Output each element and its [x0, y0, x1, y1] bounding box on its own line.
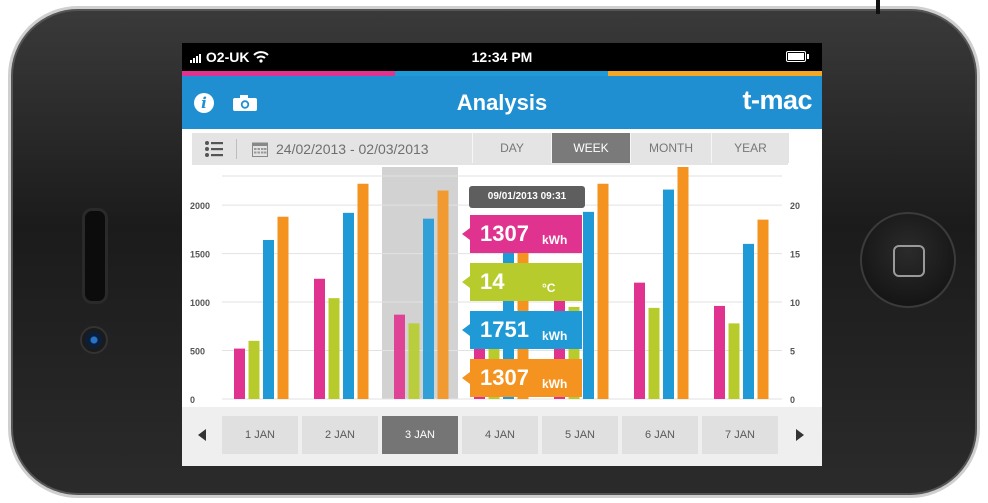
bar-3-jan — [423, 218, 434, 399]
status-bar: O2-UK 12:34 PM — [182, 43, 822, 71]
bar-6-jan — [677, 167, 689, 399]
bar-1-jan — [263, 239, 274, 399]
day-tab-1[interactable]: 1 JAN — [222, 416, 298, 454]
tab-month[interactable]: MONTH — [630, 133, 711, 163]
y-left-tick-label: 500 — [190, 347, 205, 357]
phone-speaker — [82, 208, 108, 304]
tooltip-value: 1751 — [480, 317, 529, 342]
bar-2-jan — [328, 298, 340, 399]
bar-6-jan — [663, 189, 674, 399]
bar-2-jan — [314, 278, 325, 399]
bar-6-jan — [648, 307, 660, 399]
bar-5-jan — [597, 183, 609, 399]
home-button[interactable] — [860, 212, 956, 308]
brand-logo: t-mac — [742, 85, 812, 115]
bar-7-jan — [714, 305, 725, 399]
bar-7-jan — [743, 243, 754, 399]
y-right-tick-label: 5 — [790, 347, 795, 357]
day-tab-5[interactable]: 5 JAN — [542, 416, 618, 454]
bar-2-jan — [343, 212, 354, 399]
tab-day[interactable]: DAY — [472, 133, 551, 163]
y-right-tick-label: 20 — [790, 201, 800, 211]
bar-1-jan — [248, 340, 260, 399]
tooltip-temperature: 14 °C — [462, 263, 582, 301]
day-tab-2[interactable]: 2 JAN — [302, 416, 378, 454]
y-left-tick-label: 0 — [190, 395, 195, 405]
bar-6-jan — [634, 282, 645, 399]
next-arrow-icon[interactable] — [796, 429, 804, 441]
tab-year[interactable]: YEAR — [711, 133, 789, 163]
battery-icon — [786, 51, 809, 62]
date-range[interactable]: 24/02/2013 - 02/03/2013 — [276, 141, 429, 157]
calendar-icon[interactable] — [252, 141, 268, 157]
home-square-icon — [893, 245, 925, 277]
tooltip-value: 14 — [480, 269, 505, 294]
tooltip-unit: kWh — [542, 233, 568, 247]
bar-3-jan — [394, 314, 405, 399]
page-title: Analysis — [456, 90, 548, 115]
day-navigator: 1 JAN 2 JAN 3 JAN 4 JAN 5 JAN 6 JAN 7 JA… — [182, 407, 822, 466]
bar-2-jan — [357, 183, 369, 399]
bar-7-jan — [728, 323, 740, 399]
bar-1-jan — [277, 216, 289, 399]
y-left-tick-label: 1000 — [190, 298, 210, 308]
day-tab-3[interactable]: 3 JAN — [382, 416, 458, 454]
tooltip-value: 1307 — [480, 365, 529, 390]
bar-1-jan — [234, 348, 245, 399]
y-right-tick-label: 0 — [790, 395, 795, 405]
day-tab-6[interactable]: 6 JAN — [622, 416, 698, 454]
y-right-tick-label: 15 — [790, 250, 800, 260]
app-header: i Analysis t-mac — [182, 76, 822, 129]
tooltip-timestamp: 09/01/2013 09:31 — [469, 186, 585, 208]
tooltip-unit: °C — [542, 281, 556, 295]
list-icon[interactable] — [204, 140, 224, 158]
day-tab-7[interactable]: 7 JAN — [702, 416, 778, 454]
antenna-pin — [876, 0, 880, 14]
tooltip-value: 1307 — [480, 221, 529, 246]
y-left-tick-label: 2000 — [190, 201, 210, 211]
filter-toolbar: 24/02/2013 - 02/03/2013 DAY WEEK MONTH Y… — [192, 133, 789, 165]
y-left-tick-label: 1500 — [190, 250, 210, 260]
tooltip-unit: kWh — [542, 377, 568, 391]
front-camera — [80, 326, 108, 354]
status-time: 12:34 PM — [471, 49, 533, 65]
tooltip-unit: kWh — [542, 329, 568, 343]
app-screen: O2-UK 12:34 PM i Analysis t-mac 24/02/20… — [182, 43, 822, 466]
day-tab-4[interactable]: 4 JAN — [462, 416, 538, 454]
bar-3-jan — [437, 190, 449, 399]
tab-week[interactable]: WEEK — [551, 133, 630, 163]
y-right-tick-label: 10 — [790, 298, 800, 308]
tooltip-energy-3: 1307 kWh — [462, 359, 582, 397]
toolbar-divider — [236, 139, 237, 159]
tooltip-energy-2: 1751 kWh — [462, 311, 582, 349]
prev-arrow-icon[interactable] — [198, 429, 206, 441]
bar-3-jan — [408, 323, 420, 399]
bar-5-jan — [583, 211, 594, 399]
bar-7-jan — [757, 219, 769, 399]
tooltip-energy-1: 1307 kWh — [462, 215, 582, 253]
